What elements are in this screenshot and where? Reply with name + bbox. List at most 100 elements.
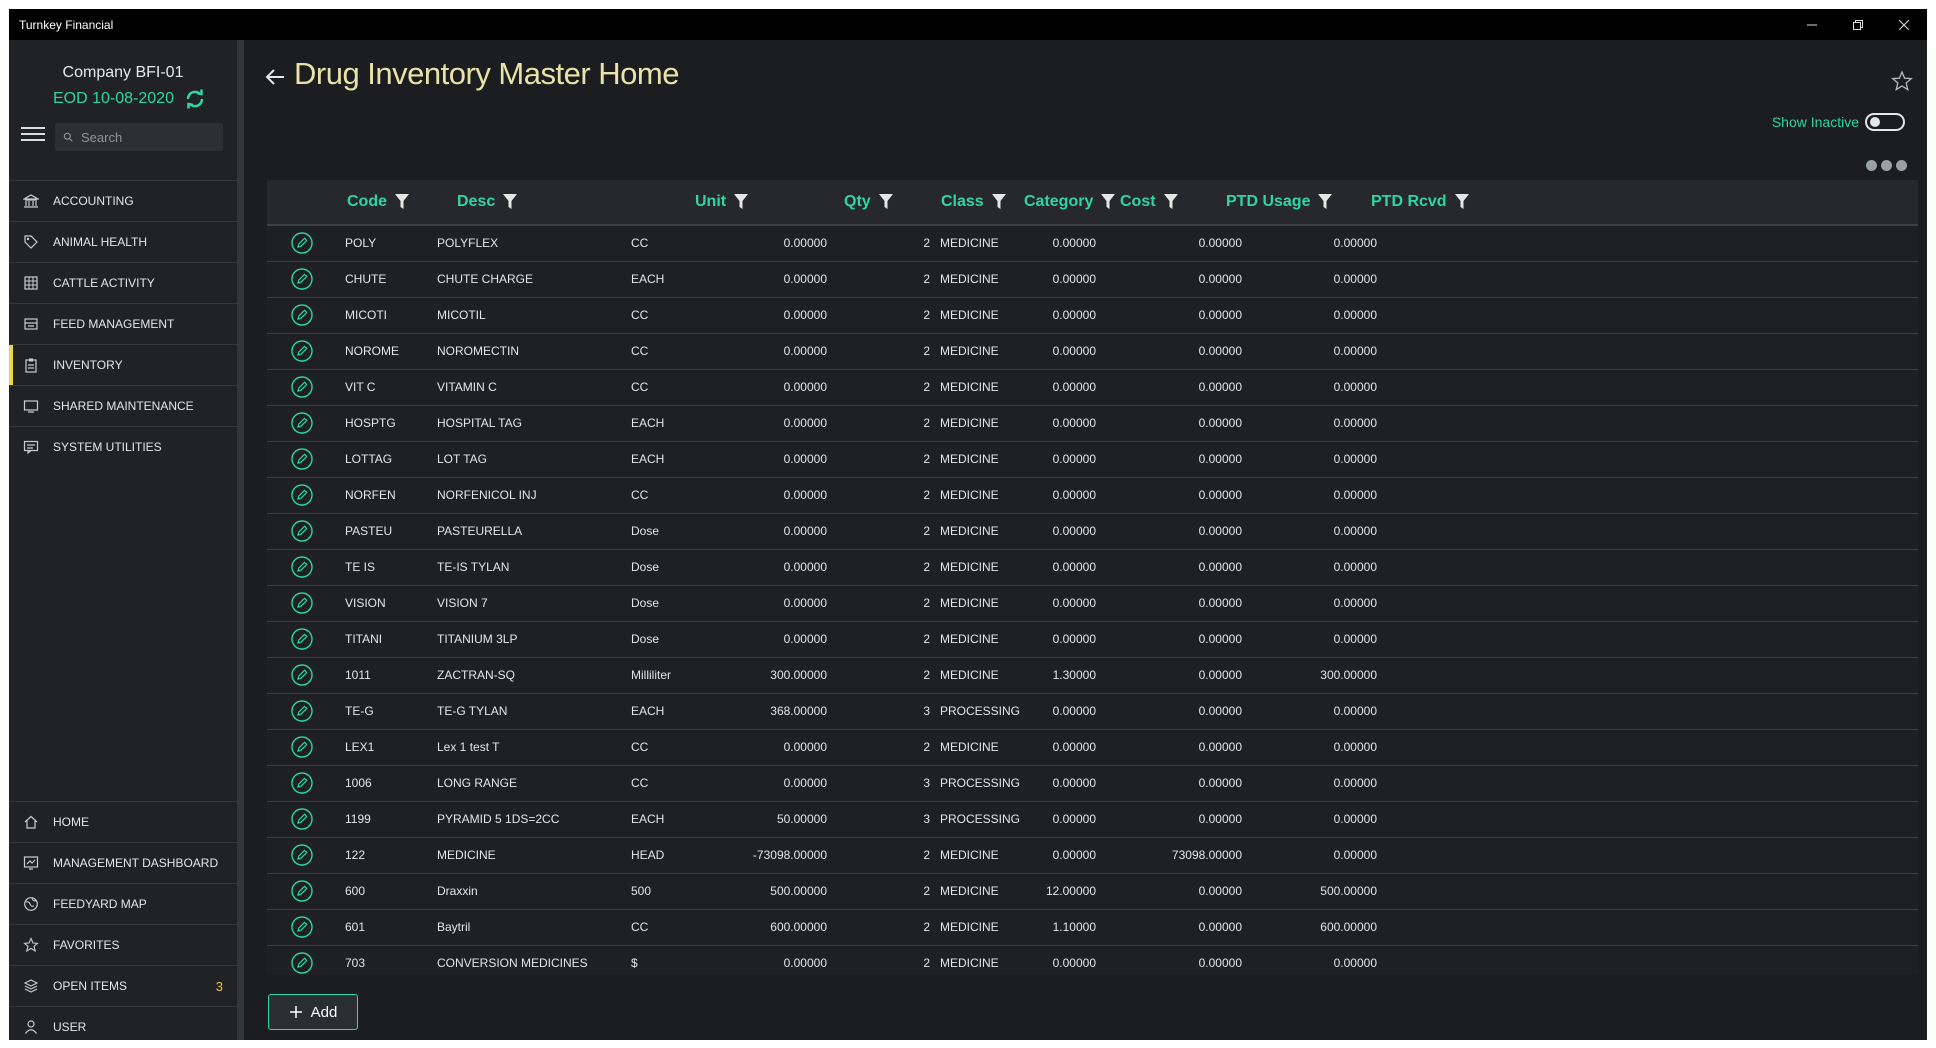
- cell-code: CHUTE: [345, 272, 387, 286]
- sidebar-item-inventory[interactable]: INVENTORY: [9, 344, 237, 385]
- more-options-icon[interactable]: [1862, 160, 1907, 171]
- table-row[interactable]: 601 Baytril CC 600.00000 2 MEDICINE 1.10000 0.0…: [267, 910, 1918, 946]
- cell-ptd-usage: 0.00000: [1198, 560, 1242, 574]
- filter-icon[interactable]: [1318, 194, 1333, 210]
- sidebar-item-favorites[interactable]: FAVORITES: [9, 924, 237, 965]
- cell-ptd-rcvd: 600.00000: [1320, 920, 1377, 934]
- column-header-class[interactable]: Class: [941, 180, 1006, 224]
- sidebar-item-feed-management[interactable]: FEED MANAGEMENT: [9, 303, 237, 344]
- cell-code: PASTEU: [345, 524, 393, 538]
- cell-ptd-rcvd: 0.00000: [1333, 704, 1377, 718]
- cell-class: 2: [923, 272, 930, 286]
- table-row[interactable]: 1006 LONG RANGE CC 0.00000 3 PROCESSING 0.0000…: [267, 766, 1918, 802]
- column-header-code[interactable]: Code: [347, 180, 409, 224]
- edit-icon[interactable]: [291, 268, 313, 290]
- edit-icon[interactable]: [291, 736, 313, 758]
- cell-ptd-rcvd: 0.00000: [1333, 596, 1377, 610]
- edit-icon[interactable]: [291, 592, 313, 614]
- column-header-cost[interactable]: Cost: [1120, 180, 1178, 224]
- filter-icon[interactable]: [1454, 194, 1469, 210]
- column-header-ptd-rcvd[interactable]: PTD Rcvd: [1371, 180, 1469, 224]
- sidebar-item-user[interactable]: USER: [9, 1006, 237, 1040]
- table-row[interactable]: NORFEN NORFENICOL INJ CC 0.00000 2 MEDICINE 0.…: [267, 478, 1918, 514]
- table-row[interactable]: PASTEU PASTEURELLA Dose 0.00000 2 MEDICINE 0.0…: [267, 514, 1918, 550]
- table-row[interactable]: HOSPTG HOSPITAL TAG EACH 0.00000 2 MEDICINE 0.…: [267, 406, 1918, 442]
- minimize-button[interactable]: [1789, 9, 1835, 40]
- edit-icon[interactable]: [291, 664, 313, 686]
- edit-icon[interactable]: [291, 880, 313, 902]
- table-row[interactable]: VISION VISION 7 Dose 0.00000 2 MEDICINE 0.0000…: [267, 586, 1918, 622]
- edit-icon[interactable]: [291, 628, 313, 650]
- table-row[interactable]: LEX1 Lex 1 test T CC 0.00000 2 MEDICINE 0.0000…: [267, 730, 1918, 766]
- edit-icon[interactable]: [291, 844, 313, 866]
- search-box[interactable]: [55, 123, 223, 151]
- table-row[interactable]: 703 CONVERSION MEDICINES $0.00000 2 MEDICINE…: [267, 946, 1918, 975]
- sidebar-item-management-dashboard[interactable]: MANAGEMENT DASHBOARD: [9, 842, 237, 883]
- column-header-label: Cost: [1120, 193, 1156, 210]
- restore-button[interactable]: [1835, 9, 1881, 40]
- column-header-category[interactable]: Category: [1024, 180, 1116, 224]
- table-row[interactable]: NOROME NOROMECTIN CC 0.00000 2 MEDICINE 0.0000…: [267, 334, 1918, 370]
- show-inactive-control: Show Inactive: [1772, 113, 1905, 131]
- show-inactive-toggle[interactable]: [1865, 113, 1905, 131]
- filter-icon[interactable]: [878, 194, 893, 210]
- edit-icon[interactable]: [291, 484, 313, 506]
- column-header-unit[interactable]: Unit: [695, 180, 749, 224]
- favorite-star-icon[interactable]: [1891, 70, 1913, 92]
- search-input[interactable]: [79, 128, 223, 146]
- edit-icon[interactable]: [291, 556, 313, 578]
- edit-icon[interactable]: [291, 232, 313, 254]
- cell-unit: Dose: [631, 596, 660, 610]
- sidebar-item-animal-health[interactable]: ANIMAL HEALTH: [9, 221, 237, 262]
- table-row[interactable]: 600 Draxxin 500 500.00000 2 MEDICINE 12.00000 0…: [267, 874, 1918, 910]
- filter-icon[interactable]: [734, 194, 749, 210]
- close-button[interactable]: [1881, 9, 1927, 40]
- column-header-ptd-usage[interactable]: PTD Usage: [1226, 180, 1333, 224]
- column-header-qty[interactable]: Qty: [844, 180, 893, 224]
- edit-icon[interactable]: [291, 376, 313, 398]
- filter-icon[interactable]: [1101, 194, 1116, 210]
- menu-icon[interactable]: [21, 127, 45, 143]
- filter-icon[interactable]: [1163, 194, 1178, 210]
- table-row[interactable]: 1199 PYRAMID 5 1DS=2CC EACH 50.00000 3 PROCES…: [267, 802, 1918, 838]
- edit-icon[interactable]: [291, 304, 313, 326]
- table-row[interactable]: TE IS TE-IS TYLAN Dose 0.00000 2 MEDICINE 0.00…: [267, 550, 1918, 586]
- edit-icon[interactable]: [291, 448, 313, 470]
- table-row[interactable]: TE-G TE-G TYLAN EACH 368.00000 3 PROCESSING 0.…: [267, 694, 1918, 730]
- edit-icon[interactable]: [291, 520, 313, 542]
- sidebar-item-feedyard-map[interactable]: FEEDYARD MAP: [9, 883, 237, 924]
- cell-ptd-usage: 0.00000: [1198, 272, 1242, 286]
- sidebar-item-open-items[interactable]: OPEN ITEMS 3: [9, 965, 237, 1006]
- edit-icon[interactable]: [291, 412, 313, 434]
- edit-icon[interactable]: [291, 340, 313, 362]
- filter-icon[interactable]: [395, 194, 409, 210]
- filter-icon[interactable]: [503, 194, 518, 210]
- back-arrow-icon[interactable]: [264, 66, 286, 88]
- add-button[interactable]: Add: [268, 994, 358, 1030]
- sidebar-item-shared-maintenance[interactable]: SHARED MAINTENANCE: [9, 385, 237, 426]
- sidebar-item-home[interactable]: HOME: [9, 801, 237, 842]
- cell-code: 1011: [345, 668, 371, 682]
- refresh-icon[interactable]: [184, 88, 206, 110]
- cell-ptd-rcvd: 0.00000: [1333, 344, 1377, 358]
- table-row[interactable]: CHUTE CHUTE CHARGE EACH 0.00000 2 MEDICINE 0.0…: [267, 262, 1918, 298]
- edit-icon[interactable]: [291, 808, 313, 830]
- table-row[interactable]: MICOTI MICOTIL CC 0.00000 2 MEDICINE 0.00000 0.…: [267, 298, 1918, 334]
- edit-icon[interactable]: [291, 700, 313, 722]
- sidebar-item-cattle-activity[interactable]: CATTLE ACTIVITY: [9, 262, 237, 303]
- table-row[interactable]: 122 MEDICINE HEAD -73098.00000 2 MEDICINE 0.00…: [267, 838, 1918, 874]
- table-row[interactable]: POLY POLYFLEX CC 0.00000 2 MEDICINE 0.00000 0.0…: [267, 226, 1918, 262]
- cell-cost: 1.10000: [1052, 920, 1096, 934]
- column-header-desc[interactable]: Desc: [457, 180, 518, 224]
- sidebar-item-system-utilities[interactable]: SYSTEM UTILITIES: [9, 426, 237, 467]
- edit-icon[interactable]: [291, 916, 313, 938]
- edit-icon[interactable]: [291, 772, 313, 794]
- table-row[interactable]: 1011 ZACTRAN-SQ Milliliter 300.00000 2 MEDICI…: [267, 658, 1918, 694]
- table-row[interactable]: TITANI TITANIUM 3LP Dose 0.00000 2 MEDICINE 0.…: [267, 622, 1918, 658]
- sidebar-item-accounting[interactable]: ACCOUNTING: [9, 180, 237, 221]
- filter-icon[interactable]: [991, 194, 1006, 210]
- edit-icon[interactable]: [291, 952, 313, 974]
- table-row[interactable]: LOTTAG LOT TAG EACH 0.00000 2 MEDICINE 0.00000…: [267, 442, 1918, 478]
- cell-class: 2: [923, 920, 930, 934]
- table-row[interactable]: VIT C VITAMIN C CC 0.00000 2 MEDICINE 0.00000 0…: [267, 370, 1918, 406]
